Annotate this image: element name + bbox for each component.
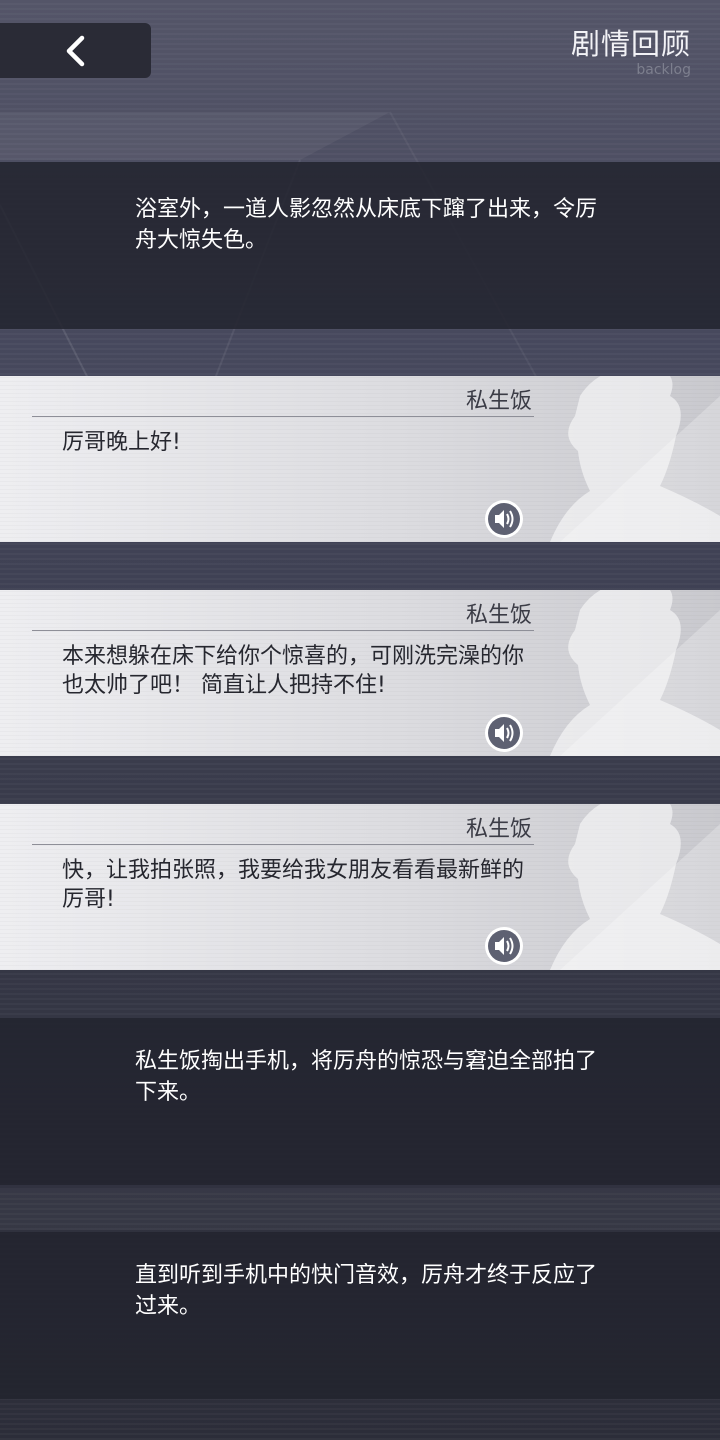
dialogue-entry: 私生饭 厉哥晚上好! [0, 376, 720, 542]
voice-replay-button[interactable] [484, 713, 524, 753]
page-subtitle: backlog [636, 62, 691, 78]
title-block: 剧情回顾 backlog [571, 27, 691, 78]
speaker-name: 私生饭 [465, 817, 532, 842]
voice-replay-button[interactable] [484, 926, 524, 966]
character-silhouette [550, 590, 720, 756]
divider [32, 630, 534, 631]
dialogue-text: 本来想躲在床下给你个惊喜的，可刚洗完澡的你也太帅了吧！ 简直让人把持不住! [62, 644, 525, 698]
dialogue-text: 厉哥晚上好! [62, 430, 181, 455]
chevron-left-icon [66, 35, 85, 67]
dialogue-entry: 私生饭 快，让我拍张照，我要给我女朋友看看最新鲜的厉哥! [0, 804, 720, 970]
dialogue-entry: 私生饭 本来想躲在床下给你个惊喜的，可刚洗完澡的你也太帅了吧！ 简直让人把持不住… [0, 590, 720, 756]
narration-entry: 直到听到手机中的快门音效，厉舟才终于反应了过来。 [0, 1232, 720, 1399]
character-silhouette [550, 376, 720, 542]
speaker-name: 私生饭 [465, 389, 532, 414]
narration-text: 直到听到手机中的快门音效，厉舟才终于反应了过来。 [135, 1263, 598, 1319]
speaker-name: 私生饭 [465, 603, 532, 628]
narration-entry: 私生饭掏出手机，将厉舟的惊恐与窘迫全部拍了下来。 [0, 1018, 720, 1185]
divider [32, 416, 534, 417]
divider [32, 844, 534, 845]
back-button[interactable] [0, 23, 151, 78]
narration-entry: 浴室外，一道人影忽然从床底下蹿了出来，令厉舟大惊失色。 [0, 162, 720, 329]
narration-text: 私生饭掏出手机，将厉舟的惊恐与窘迫全部拍了下来。 [135, 1049, 598, 1105]
narration-text: 浴室外，一道人影忽然从床底下蹿了出来，令厉舟大惊失色。 [135, 197, 598, 253]
dialogue-text: 快，让我拍张照，我要给我女朋友看看最新鲜的厉哥! [62, 858, 525, 912]
voice-replay-button[interactable] [484, 499, 524, 539]
page-title: 剧情回顾 [570, 27, 691, 61]
character-silhouette [550, 804, 720, 970]
